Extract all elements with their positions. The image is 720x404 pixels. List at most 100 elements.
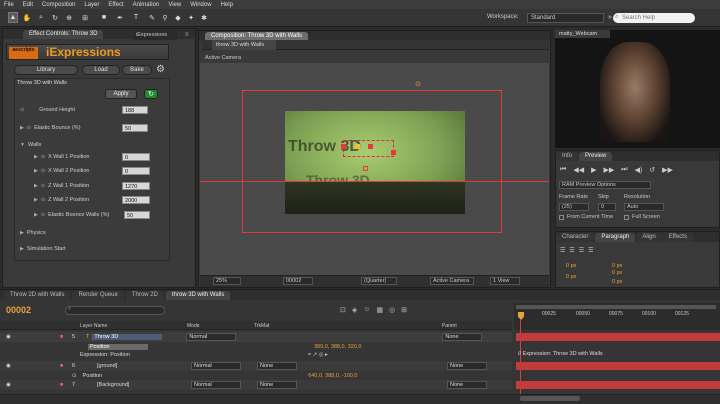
hand-tool-icon[interactable]: ✋ <box>22 12 32 23</box>
layer-row-throw-3d[interactable]: ◉ ■ 5 T Throw 3D Normal None <box>0 332 512 342</box>
layer-name-ground[interactable]: [ground] <box>97 363 167 369</box>
prev-frame-icon[interactable]: ◀◀ <box>573 166 584 174</box>
align-center-icon[interactable]: ☰ <box>569 247 574 254</box>
menu-view[interactable]: View <box>168 2 181 8</box>
bake-button[interactable]: Bake <box>122 65 152 75</box>
audio-icon[interactable]: ◀) <box>635 166 643 174</box>
settings-gear-icon[interactable]: ⚙ <box>156 64 165 75</box>
handle-anchor-icon[interactable] <box>355 144 360 149</box>
resolution-select[interactable]: (Quarter) <box>361 277 397 285</box>
layer-row-ground[interactable]: ◉ ■ 6 [ground] Normal None None <box>0 361 512 371</box>
expand-arrow-icon[interactable]: ▶ <box>34 197 38 203</box>
handle-right-icon[interactable] <box>391 150 396 155</box>
frame-blend-icon[interactable]: ▦ <box>376 306 383 314</box>
layer-label-color-icon[interactable]: ■ <box>60 363 68 369</box>
camera-view-select[interactable]: Active Camera <box>430 277 474 285</box>
visibility-icon[interactable]: ◉ <box>6 382 14 388</box>
menu-window[interactable]: Window <box>190 2 211 8</box>
brush-tool-icon[interactable]: ✎ <box>147 12 157 23</box>
x-wall-2-value[interactable]: 0 <box>122 167 150 175</box>
workspace-menu-icon[interactable]: » <box>608 14 612 21</box>
handle-left-icon[interactable] <box>341 144 346 149</box>
layer-name-background[interactable]: [Background] <box>97 382 167 388</box>
panel-menu-icon[interactable]: ≡ <box>185 32 189 38</box>
pan-behind-tool-icon[interactable]: ⊞ <box>80 12 90 23</box>
rotate-tool-icon[interactable]: ↻ <box>50 12 60 23</box>
parent-select-throw-3d[interactable]: None <box>442 333 483 341</box>
expression-controls-icon[interactable]: = ↗ ◎ ▸ <box>308 352 328 358</box>
menu-help[interactable]: Help <box>221 2 233 8</box>
frame-rate-select[interactable]: (25) <box>559 203 589 211</box>
pen-tool-icon[interactable]: ✒ <box>115 12 125 23</box>
layer-label-color-icon[interactable]: ■ <box>60 382 68 388</box>
stopwatch-icon[interactable]: ⊙ <box>41 212 45 218</box>
menu-edit[interactable]: Edit <box>23 2 33 8</box>
indent-right-value[interactable]: 0 px <box>612 263 622 269</box>
last-frame-icon[interactable]: ⏭ <box>621 166 627 174</box>
tab-throw-2d[interactable]: Throw 2D <box>125 291 164 300</box>
next-frame-icon[interactable]: ▶▶ <box>603 166 614 174</box>
tab-effect-controls[interactable]: Effect Controls: Throw 3D <box>23 30 104 39</box>
tab-render-queue[interactable]: Render Queue <box>72 291 124 300</box>
parent-select-background[interactable]: None <box>447 381 487 389</box>
layer-row-background[interactable]: ◉ ■ 7 [Background] Normal None None <box>0 380 512 390</box>
x-wall-1-value[interactable]: 0 <box>122 153 150 161</box>
rectangle-tool-icon[interactable]: ■ <box>99 12 109 23</box>
roto-tool-icon[interactable]: ✦ <box>186 12 196 23</box>
layer-name-throw-3d[interactable]: Throw 3D <box>92 334 163 340</box>
ground-position-value[interactable]: 640,0, 388,0, -100,0 <box>308 373 357 379</box>
tab-throw-3d-walls[interactable]: throw 3D with Walls <box>165 291 231 300</box>
tab-info[interactable]: Info <box>556 152 579 161</box>
indent-left-value[interactable]: 0 px <box>566 263 576 269</box>
library-button[interactable]: Library <box>14 65 78 75</box>
z-wall-2-value[interactable]: 2000 <box>122 196 150 204</box>
full-screen-checkbox[interactable] <box>624 215 629 220</box>
comp-mini-flowchart-icon[interactable]: ⊡ <box>340 306 346 314</box>
expression-text[interactable]: // Expression: Throw 3D with Walls <box>518 351 603 357</box>
stopwatch-icon[interactable]: ⊙ <box>41 168 45 174</box>
space-after-value[interactable]: 0 px <box>612 279 622 285</box>
expand-arrow-icon[interactable]: ▶ <box>20 246 24 252</box>
expand-arrow-icon[interactable]: ▶ <box>34 154 38 160</box>
tab-character[interactable]: Character <box>556 233 595 242</box>
timeline-timecode[interactable]: 00002 <box>6 305 31 315</box>
shy-icon[interactable]: ☺ <box>363 306 370 314</box>
tab-throw-3d[interactable]: throw 3D with Walls <box>212 40 276 50</box>
from-current-checkbox[interactable] <box>559 215 564 220</box>
justify-icon[interactable]: ☰ <box>588 247 593 254</box>
trkmat-select-background[interactable]: None <box>257 381 297 389</box>
indent-first-value[interactable]: 0 px <box>566 274 576 280</box>
graph-editor-icon[interactable]: ⊞ <box>401 306 407 314</box>
skip-input[interactable]: 0 <box>598 203 616 211</box>
menu-effect[interactable]: Effect <box>108 2 123 8</box>
tab-preview[interactable]: Preview <box>579 152 613 161</box>
elastic-bounce-walls-value[interactable]: 50 <box>124 211 150 219</box>
stopwatch-icon[interactable]: ⊙ <box>72 373 77 379</box>
camera-icon[interactable]: ⊙ <box>415 80 421 88</box>
load-button[interactable]: Load <box>82 65 120 75</box>
comp-timecode[interactable]: 00002 <box>283 277 313 285</box>
ground-height-value[interactable]: 188 <box>122 106 148 114</box>
stopwatch-icon[interactable]: ⊙ <box>20 107 24 113</box>
zoom-tool-icon[interactable]: ⌕ <box>36 12 46 23</box>
handle-middle-icon[interactable] <box>368 144 373 149</box>
expand-arrow-icon[interactable]: ▶ <box>20 125 24 131</box>
views-select[interactable]: 1 View <box>490 277 520 285</box>
webcam-tab[interactable]: matty_Webcam <box>555 30 610 38</box>
mode-select-ground[interactable]: Normal <box>191 362 241 370</box>
space-before-value[interactable]: 0 px <box>612 270 622 276</box>
mode-select-background[interactable]: Normal <box>191 381 241 389</box>
layer-label-color-icon[interactable]: ■ <box>60 334 68 340</box>
ram-preview-icon[interactable]: ▶▶ <box>662 166 673 174</box>
layer-bar-background[interactable] <box>516 381 720 389</box>
stopwatch-icon[interactable]: ⊙ <box>41 183 45 189</box>
search-help-input[interactable]: Search Help <box>613 13 695 23</box>
apply-button[interactable]: Apply <box>105 89 137 99</box>
menu-animation[interactable]: Animation <box>133 2 160 8</box>
clone-tool-icon[interactable]: ⚲ <box>160 12 170 23</box>
mode-select-throw-3d[interactable]: Normal <box>186 333 237 341</box>
motion-blur-icon[interactable]: ◎ <box>389 306 395 314</box>
play-icon[interactable]: ▶ <box>591 166 596 174</box>
first-frame-icon[interactable]: ⏮ <box>560 166 566 174</box>
tab-effects[interactable]: Effects <box>662 233 693 242</box>
